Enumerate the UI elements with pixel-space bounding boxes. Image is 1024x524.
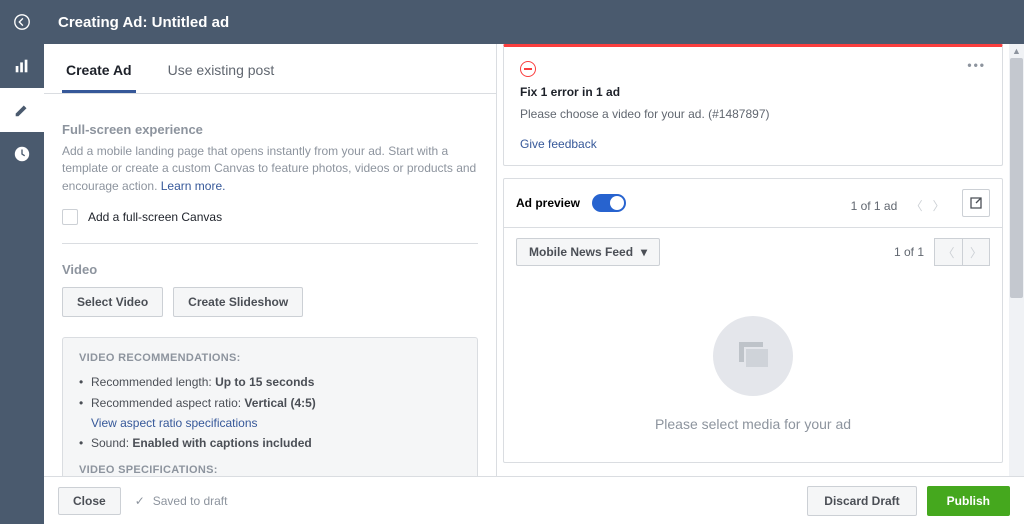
rec-ratio: Vertical (4:5)	[244, 396, 315, 410]
give-feedback-link[interactable]: Give feedback	[520, 137, 986, 151]
footer-actions: Discard Draft Publish	[807, 486, 1010, 516]
chevron-right-icon[interactable]: 〉	[933, 197, 945, 214]
chevron-left-icon[interactable]: 〈	[911, 197, 923, 214]
scroll-up-icon[interactable]: ▲	[1012, 46, 1021, 56]
caret-down-icon: ▾	[641, 245, 647, 259]
video-label: Video	[62, 262, 478, 277]
canvas-checkbox-row[interactable]: Add a full-screen Canvas	[62, 209, 478, 225]
fullscreen-desc: Add a mobile landing page that opens ins…	[62, 143, 478, 195]
left-column: Create Ad Use existing post Full-screen …	[44, 44, 497, 476]
video-spec-head: VIDEO SPECIFICATIONS:	[79, 464, 461, 476]
saved-status: ✓ Saved to draft	[135, 494, 228, 508]
aspect-ratio-link[interactable]: View aspect ratio specifications	[91, 416, 258, 430]
error-icon	[520, 61, 536, 77]
rec-len-pre: Recommended length:	[91, 375, 215, 389]
chevron-right-icon[interactable]: 〉	[962, 238, 990, 266]
media-placeholder-icon	[713, 316, 793, 396]
right-column: ••• Fix 1 error in 1 ad Please choose a …	[497, 44, 1024, 476]
error-card: ••• Fix 1 error in 1 ad Please choose a …	[503, 44, 1003, 166]
content: Create Ad Use existing post Full-screen …	[44, 44, 1024, 476]
rec-sound: Enabled with captions included	[132, 436, 311, 450]
rail-chart-icon[interactable]	[0, 44, 44, 88]
checkbox-icon[interactable]	[62, 209, 78, 225]
preview-sub-count: 1 of 1	[894, 245, 924, 259]
tabs: Create Ad Use existing post	[44, 44, 496, 94]
preview-header: Ad preview 1 of 1 ad 〈 〉	[504, 179, 1002, 228]
learn-more-link[interactable]: Learn more.	[161, 179, 226, 193]
preview-header-left: Ad preview	[516, 194, 626, 212]
video-rec-list: Recommended length: Up to 15 seconds Rec…	[79, 372, 461, 454]
rail-clock-icon[interactable]	[0, 132, 44, 176]
chevron-left-icon[interactable]: 〈	[934, 238, 962, 266]
preview-nav: 〈 〉	[911, 197, 945, 214]
rail-edit-icon[interactable]	[0, 88, 44, 132]
panel-body: Full-screen experience Add a mobile land…	[44, 94, 496, 476]
right-inner: ••• Fix 1 error in 1 ad Please choose a …	[497, 44, 1009, 476]
error-menu-icon[interactable]: •••	[967, 58, 986, 72]
fullscreen-title: Full-screen experience	[62, 122, 478, 137]
error-header: •••	[520, 61, 986, 77]
feed-label: Mobile News Feed	[529, 245, 633, 259]
video-spec-box: VIDEO RECOMMENDATIONS: Recommended lengt…	[62, 337, 478, 476]
preview-label: Ad preview	[516, 196, 580, 210]
rail-back-icon[interactable]	[0, 0, 44, 44]
nav-rail	[0, 0, 44, 524]
feed-dropdown[interactable]: Mobile News Feed ▾	[516, 238, 660, 266]
preview-card: Ad preview 1 of 1 ad 〈 〉	[503, 178, 1003, 463]
divider	[62, 243, 478, 244]
check-icon: ✓	[135, 494, 145, 508]
error-desc: Please choose a video for your ad. (#148…	[520, 107, 986, 121]
preview-sub-nav: 〈 〉	[934, 238, 990, 266]
page-title: Creating Ad: Untitled ad	[44, 0, 1024, 44]
rec-ratio-pre: Recommended aspect ratio:	[91, 396, 244, 410]
fullscreen-desc-text: Add a mobile landing page that opens ins…	[62, 144, 476, 193]
main: Creating Ad: Untitled ad Create Ad Use e…	[44, 0, 1024, 524]
scrollbar-thumb[interactable]	[1010, 58, 1023, 298]
create-slideshow-button[interactable]: Create Slideshow	[173, 287, 303, 317]
publish-button[interactable]: Publish	[927, 486, 1010, 516]
scrollbar[interactable]: ▲	[1009, 44, 1024, 476]
error-title: Fix 1 error in 1 ad	[520, 85, 986, 99]
canvas-checkbox-label: Add a full-screen Canvas	[88, 210, 222, 224]
preview-body: Please select media for your ad	[504, 276, 1002, 462]
saved-label: Saved to draft	[153, 494, 228, 508]
tab-create-ad[interactable]: Create Ad	[62, 54, 136, 93]
close-button[interactable]: Close	[58, 487, 121, 515]
preview-toggle[interactable]	[592, 194, 626, 212]
select-video-button[interactable]: Select Video	[62, 287, 163, 317]
video-rec-head: VIDEO RECOMMENDATIONS:	[79, 352, 461, 364]
expand-button[interactable]	[962, 189, 990, 217]
preview-subheader: Mobile News Feed ▾ 1 of 1 〈 〉	[504, 228, 1002, 276]
footer: Close ✓ Saved to draft Discard Draft Pub…	[44, 476, 1024, 524]
preview-count: 1 of 1 ad	[851, 199, 898, 213]
tab-use-existing[interactable]: Use existing post	[164, 54, 279, 93]
rec-len: Up to 15 seconds	[215, 375, 314, 389]
discard-button[interactable]: Discard Draft	[807, 486, 916, 516]
preview-header-right: 1 of 1 ad 〈 〉	[851, 189, 990, 217]
video-buttons: Select Video Create Slideshow	[62, 287, 478, 317]
preview-empty-text: Please select media for your ad	[524, 416, 982, 432]
preview-sub-right: 1 of 1 〈 〉	[894, 238, 990, 266]
rec-sound-pre: Sound:	[91, 436, 132, 450]
